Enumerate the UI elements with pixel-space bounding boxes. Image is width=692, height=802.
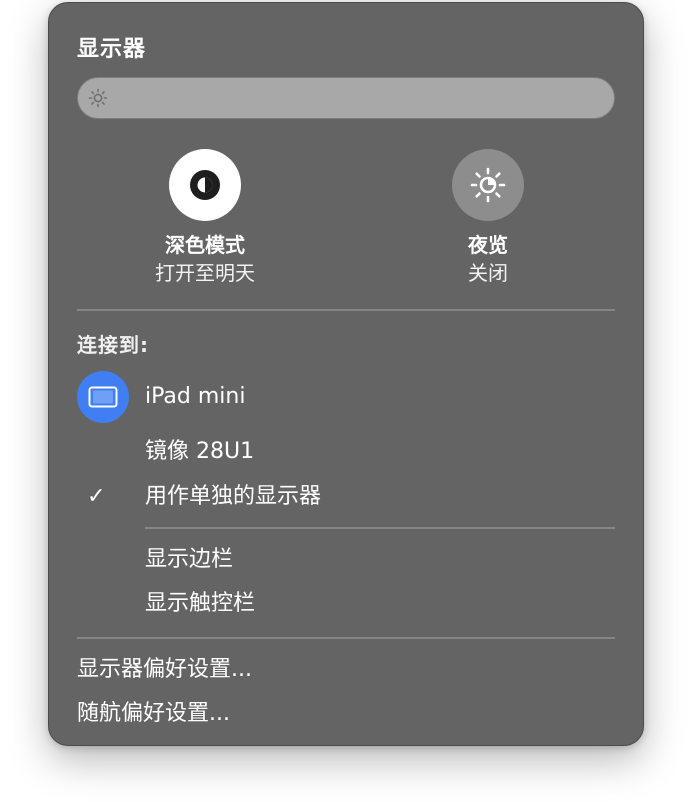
separate-display-label: 用作单独的显示器 xyxy=(145,484,322,509)
divider xyxy=(77,309,615,311)
checkmark-icon: ✓ xyxy=(87,484,106,509)
show-touchbar-option[interactable]: 显示触控栏 xyxy=(145,589,255,619)
separate-display-option[interactable]: ✓ 用作单独的显示器 xyxy=(77,481,615,513)
night-shift-status: 关闭 xyxy=(468,261,508,285)
device-row-ipad[interactable]: iPad mini xyxy=(77,371,615,423)
show-sidebar-option[interactable]: 显示边栏 xyxy=(145,545,233,575)
sun-small-icon xyxy=(88,88,108,108)
display-preferences-link[interactable]: 显示器偏好设置... xyxy=(77,655,252,685)
dark-mode-icon xyxy=(190,170,220,200)
dark-mode-label: 深色模式 xyxy=(165,233,245,257)
ipad-device-button[interactable] xyxy=(77,371,129,423)
divider xyxy=(77,637,615,639)
dark-mode-button[interactable] xyxy=(169,149,241,221)
brightness-slider[interactable] xyxy=(77,77,615,119)
night-shift-icon xyxy=(470,167,506,203)
display-control-panel: 显示器 深色模式 打开至明天 夜览 关闭 连接到: iPad mini 镜像 2… xyxy=(48,2,644,746)
device-name: iPad mini xyxy=(145,384,246,409)
dark-mode-toggle[interactable]: 深色模式 打开至明天 xyxy=(135,149,275,287)
night-shift-label: 夜览 xyxy=(468,233,508,257)
mirror-option[interactable]: 镜像 28U1 xyxy=(145,437,254,467)
night-shift-toggle[interactable]: 夜览 关闭 xyxy=(418,149,558,287)
sidecar-preferences-link[interactable]: 随航偏好设置... xyxy=(77,699,230,729)
connect-to-label: 连接到: xyxy=(77,333,149,357)
divider xyxy=(145,527,615,529)
ipad-icon xyxy=(88,386,118,408)
night-shift-button[interactable] xyxy=(452,149,524,221)
dark-mode-status: 打开至明天 xyxy=(155,261,255,285)
panel-title: 显示器 xyxy=(77,37,147,62)
